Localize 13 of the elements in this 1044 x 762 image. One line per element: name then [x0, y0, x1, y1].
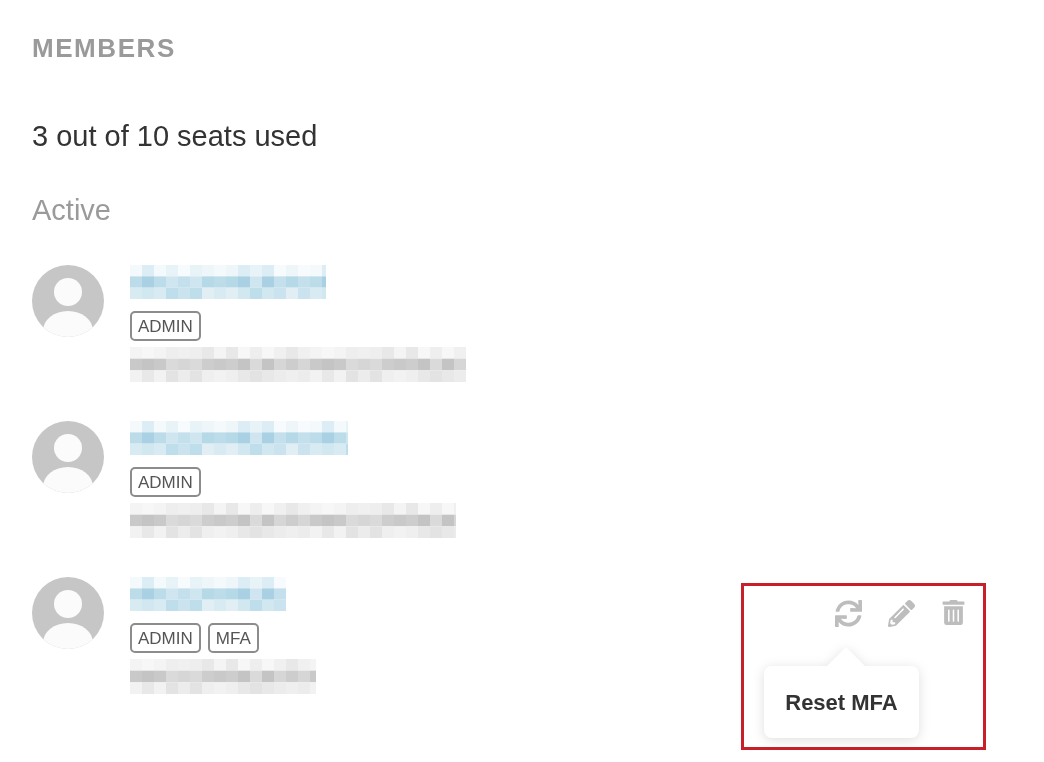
refresh-icon[interactable]: [835, 600, 862, 627]
section-title: MEMBERS: [32, 33, 176, 63]
role-tag: ADMIN: [130, 623, 201, 653]
pencil-icon[interactable]: [888, 600, 915, 627]
avatar-icon: [32, 265, 104, 337]
trash-icon[interactable]: [941, 600, 966, 625]
seats-summary: 3 out of 10 seats used: [32, 119, 318, 153]
role-tag: MFA: [207, 623, 259, 653]
group-label: Active: [32, 193, 111, 227]
role-tag: ADMIN: [130, 311, 201, 341]
avatar-icon: [32, 577, 104, 649]
avatar-icon: [32, 421, 104, 493]
role-tag: ADMIN: [130, 467, 201, 497]
